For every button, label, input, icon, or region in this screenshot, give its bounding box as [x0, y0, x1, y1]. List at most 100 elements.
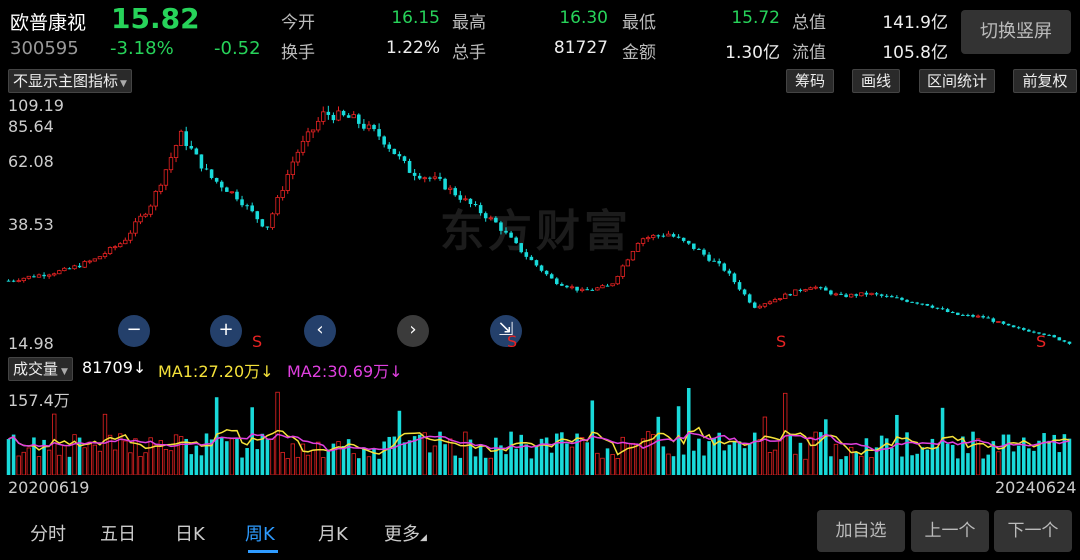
candle-body: [900, 297, 904, 300]
volume-bar: [514, 448, 518, 475]
volume-bar: [767, 452, 773, 475]
volume-bar: [737, 441, 742, 475]
candlestick-chart[interactable]: [0, 92, 1080, 354]
candle-body: [245, 205, 249, 207]
candle-body: [138, 215, 143, 223]
candle-body: [499, 222, 503, 231]
candle-body: [732, 273, 737, 283]
volume-bar: [295, 456, 301, 475]
candle-body: [112, 246, 118, 249]
volume-bar: [494, 437, 498, 475]
volume-bar: [981, 458, 985, 475]
tab-weekly-k[interactable]: 周K: [245, 520, 275, 546]
candle-body: [966, 314, 970, 316]
volume-bar: [407, 440, 412, 475]
volume-bar: [387, 436, 392, 475]
candle-body: [265, 226, 270, 228]
candle-body: [975, 315, 981, 318]
candle-body: [128, 232, 133, 241]
volume-bar: [270, 438, 275, 475]
prev-arrow-icon[interactable]: ‹: [304, 315, 336, 347]
corner-caret-icon: ◢: [420, 533, 427, 543]
zoom-in-button[interactable]: +: [210, 315, 242, 347]
candle-body: [925, 303, 930, 306]
draw-line-button[interactable]: 画线: [852, 69, 900, 93]
candle-body: [686, 240, 691, 244]
candle-body: [524, 252, 529, 257]
volume-bar: [245, 448, 249, 475]
candle-body: [661, 235, 666, 237]
candle-body: [630, 250, 636, 261]
candle-body: [956, 312, 960, 315]
reset-icon[interactable]: ⇲: [490, 315, 522, 347]
quote-label-turnover: 换手: [281, 43, 315, 63]
candle-body: [565, 285, 569, 288]
volume-chart[interactable]: [0, 380, 1080, 475]
candle-body: [895, 297, 899, 299]
quote-value-market-cap: 141.9亿: [882, 13, 948, 33]
next-stock-button[interactable]: 下一个: [994, 510, 1072, 552]
range-stats-button[interactable]: 区间统计: [919, 69, 995, 93]
candle-body: [676, 236, 681, 238]
volume-bar: [366, 456, 372, 475]
prev-stock-button[interactable]: 上一个: [911, 510, 989, 552]
y-tick-label: 109.19: [8, 96, 64, 115]
volume-bar: [255, 449, 260, 475]
candle-body: [199, 154, 204, 169]
candle-body: [905, 299, 909, 302]
volume-indicator-select[interactable]: 成交量 ▼: [8, 357, 73, 381]
add-watchlist-button[interactable]: 加自选: [817, 510, 905, 552]
candle-body: [377, 129, 381, 137]
candle-body: [610, 283, 615, 287]
candle-body: [554, 278, 559, 284]
tab-daily-k[interactable]: 日K: [175, 520, 205, 546]
main-indicator-select[interactable]: 不显示主图指标 ▼: [8, 69, 132, 93]
candle-body: [417, 175, 422, 179]
candle-body: [26, 275, 32, 279]
candle-body: [494, 217, 498, 223]
tab-more-label: 更多: [384, 524, 420, 545]
next-arrow-icon[interactable]: ›: [397, 315, 429, 347]
candle-body: [920, 303, 925, 305]
candle-body: [519, 243, 524, 253]
volume-bar: [844, 456, 848, 475]
tab-five-day[interactable]: 五日: [100, 520, 136, 546]
volume-bar: [102, 413, 108, 475]
volume-bar: [945, 443, 950, 475]
candle-body: [300, 140, 306, 153]
indicator-label: 不显示主图指标: [13, 72, 119, 90]
candle-body: [1057, 337, 1062, 341]
quote-label-float-cap: 流值: [792, 43, 826, 63]
volume-bar: [92, 444, 98, 475]
candle-body: [397, 154, 402, 157]
volume-bar: [305, 454, 311, 475]
tab-intraday[interactable]: 分时: [30, 520, 66, 546]
candle-body: [382, 136, 386, 145]
tab-monthly-k[interactable]: 月K: [318, 520, 348, 546]
volume-bar: [194, 445, 199, 475]
candle-body: [443, 178, 447, 190]
volume-bar: [635, 444, 641, 475]
volume-bar: [920, 447, 925, 475]
volume-bar: [432, 445, 438, 475]
volume-label: 成交量: [13, 360, 59, 378]
candle-body: [1027, 329, 1031, 332]
volume-bar: [879, 435, 884, 475]
volume-bar: [793, 453, 798, 475]
quote-value-high: 16.30: [559, 8, 608, 28]
candle-body: [961, 314, 965, 316]
candle-body: [996, 321, 1001, 323]
volume-bar: [681, 454, 686, 475]
volume-ma1: MA1:27.20万↓: [158, 362, 274, 381]
zoom-out-button[interactable]: −: [118, 315, 150, 347]
candle-body: [428, 177, 432, 179]
candle-body: [702, 249, 706, 255]
y-tick-label: 38.53: [8, 215, 54, 234]
candle-body: [260, 219, 265, 227]
switch-portrait-button[interactable]: 切换竖屏: [961, 10, 1071, 54]
tab-more[interactable]: 更多◢: [384, 520, 427, 546]
adjust-button[interactable]: 前复权: [1013, 69, 1077, 93]
volume-bar: [956, 458, 960, 475]
y-tick-label: 14.98: [8, 334, 54, 353]
chips-button[interactable]: 筹码: [786, 69, 834, 93]
